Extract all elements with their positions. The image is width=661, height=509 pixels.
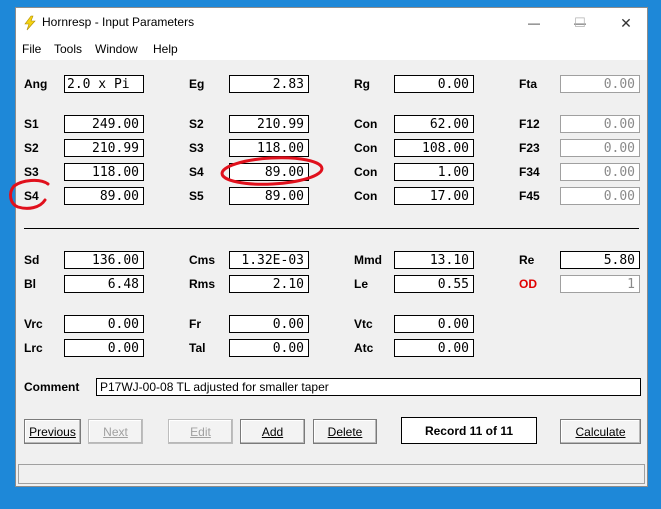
- label-lrc: Lrc: [24, 341, 43, 355]
- field-s2-seg1[interactable]: 210.99: [229, 115, 309, 133]
- label-con-3: Con: [354, 165, 378, 179]
- lightning-bolt-icon: [24, 15, 36, 31]
- label-s3: S3: [189, 141, 204, 155]
- label-f12: F12: [519, 117, 540, 131]
- field-tal[interactable]: 0.00: [229, 339, 309, 357]
- field-cms[interactable]: 1.32E-03: [229, 251, 309, 269]
- field-re[interactable]: 5.80: [560, 251, 640, 269]
- delete-button[interactable]: Delete: [313, 419, 377, 444]
- field-le[interactable]: 0.55: [394, 275, 474, 293]
- label-vrc: Vrc: [24, 317, 43, 331]
- field-s5[interactable]: 89.00: [229, 187, 309, 205]
- next-button: Next: [88, 419, 143, 444]
- label-le: Le: [354, 277, 369, 291]
- previous-button[interactable]: Previous: [24, 419, 81, 444]
- menu-window[interactable]: Window: [95, 42, 138, 56]
- label-mmd: Mmd: [354, 253, 382, 267]
- label-s4-row5: S4: [24, 189, 39, 203]
- field-f34: 0.00: [560, 163, 640, 181]
- label-re: Re: [519, 253, 535, 267]
- label-s4: S4: [189, 165, 204, 179]
- field-rg[interactable]: 0.00: [394, 75, 474, 93]
- status-bar: [18, 464, 645, 484]
- maximize-icon: ☐: [574, 15, 586, 30]
- menu-bar: File Tools Window Help: [16, 38, 647, 60]
- field-con-3[interactable]: 1.00: [394, 163, 474, 181]
- field-s4-seg3[interactable]: 89.00: [229, 163, 309, 181]
- window-title: Hornresp - Input Parameters: [42, 15, 195, 29]
- label-od[interactable]: OD: [519, 277, 537, 291]
- menu-file[interactable]: File: [22, 42, 41, 56]
- label-con-1: Con: [354, 117, 378, 131]
- label-ang: Ang: [24, 77, 48, 91]
- label-s5: S5: [189, 189, 204, 203]
- field-fta: 0.00: [560, 75, 640, 93]
- field-rms[interactable]: 2.10: [229, 275, 309, 293]
- label-s2: S2: [189, 117, 204, 131]
- label-vtc: Vtc: [354, 317, 373, 331]
- field-od: 1: [560, 275, 640, 293]
- field-sd[interactable]: 136.00: [64, 251, 144, 269]
- label-con-2: Con: [354, 141, 378, 155]
- add-button[interactable]: Add: [240, 419, 305, 444]
- edit-button: Edit: [168, 419, 233, 444]
- label-eg: Eg: [189, 77, 205, 91]
- input-parameters-panel: Ang 2.0 x Pi Eg 2.83 Rg 0.00 Fta 0.00 S1…: [16, 60, 647, 486]
- field-s4-seg4[interactable]: 89.00: [64, 187, 144, 205]
- field-s1[interactable]: 249.00: [64, 115, 144, 133]
- field-con-1[interactable]: 62.00: [394, 115, 474, 133]
- label-s3-row4: S3: [24, 165, 39, 179]
- field-eg[interactable]: 2.83: [229, 75, 309, 93]
- field-vtc[interactable]: 0.00: [394, 315, 474, 333]
- menu-tools[interactable]: Tools: [54, 42, 82, 56]
- field-s3-seg3[interactable]: 118.00: [64, 163, 144, 181]
- calculate-button[interactable]: Calculate: [560, 419, 641, 444]
- menu-help[interactable]: Help: [153, 42, 178, 56]
- field-f12: 0.00: [560, 115, 640, 133]
- field-con-2[interactable]: 108.00: [394, 139, 474, 157]
- label-s2-row3: S2: [24, 141, 39, 155]
- minimize-icon: —: [528, 16, 540, 30]
- field-con-4[interactable]: 17.00: [394, 187, 474, 205]
- label-rg: Rg: [354, 77, 370, 91]
- label-sd: Sd: [24, 253, 40, 267]
- comment-field[interactable]: P17WJ-00-08 TL adjusted for smaller tape…: [96, 378, 641, 396]
- field-lrc[interactable]: 0.00: [64, 339, 144, 357]
- section-divider: [24, 228, 639, 229]
- title-bar: Hornresp - Input Parameters — — ☐ ✕: [16, 8, 647, 38]
- field-f23: 0.00: [560, 139, 640, 157]
- label-s1: S1: [24, 117, 39, 131]
- close-icon: ✕: [620, 14, 632, 31]
- field-s3-seg2[interactable]: 118.00: [229, 139, 309, 157]
- record-indicator: Record 11 of 11: [401, 417, 537, 444]
- label-tal: Tal: [189, 341, 206, 355]
- label-rms: Rms: [189, 277, 216, 291]
- label-f34: F34: [519, 165, 540, 179]
- label-con-4: Con: [354, 189, 378, 203]
- label-fta: Fta: [519, 77, 537, 91]
- label-comment: Comment: [24, 380, 80, 394]
- field-bl[interactable]: 6.48: [64, 275, 144, 293]
- label-atc: Atc: [354, 341, 374, 355]
- label-f23: F23: [519, 141, 540, 155]
- field-atc[interactable]: 0.00: [394, 339, 474, 357]
- maximize-button[interactable]: ☐: [557, 8, 603, 38]
- field-ang[interactable]: 2.0 x Pi: [64, 75, 144, 93]
- hornresp-window: Hornresp - Input Parameters — — ☐ ✕ File…: [15, 7, 648, 487]
- minimize-button-2[interactable]: —: [511, 8, 557, 38]
- field-fr[interactable]: 0.00: [229, 315, 309, 333]
- close-button[interactable]: ✕: [603, 8, 649, 38]
- field-mmd[interactable]: 13.10: [394, 251, 474, 269]
- field-s2-seg2[interactable]: 210.99: [64, 139, 144, 157]
- label-bl: Bl: [24, 277, 36, 291]
- field-f45: 0.00: [560, 187, 640, 205]
- field-vrc[interactable]: 0.00: [64, 315, 144, 333]
- label-f45: F45: [519, 189, 540, 203]
- label-fr: Fr: [189, 317, 201, 331]
- label-cms: Cms: [189, 253, 216, 267]
